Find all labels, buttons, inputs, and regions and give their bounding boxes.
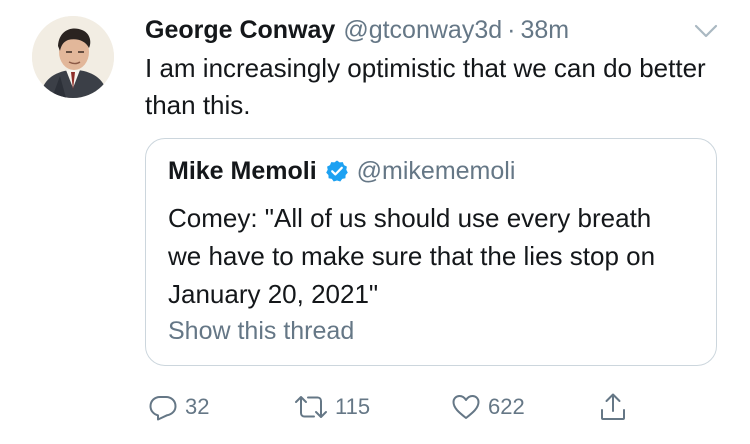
tweet-header: George Conway @gtconway3d · 38m xyxy=(145,12,569,48)
share-icon xyxy=(601,393,625,420)
retweet-button[interactable]: 115 xyxy=(293,389,370,425)
show-thread-link[interactable]: Show this thread xyxy=(168,317,354,346)
retweet-icon xyxy=(295,396,327,418)
quoted-tweet-header: Mike Memoli @mikememoli xyxy=(168,153,515,189)
verified-badge-icon xyxy=(325,159,349,183)
tweet-actions: 32 115 622 xyxy=(145,389,705,425)
like-count: 622 xyxy=(488,394,525,419)
avatar-portrait-icon xyxy=(32,16,114,98)
reply-count: 32 xyxy=(185,394,210,419)
retweet-count: 115 xyxy=(335,394,371,419)
author-handle[interactable]: @gtconway3d xyxy=(343,16,502,45)
timestamp[interactable]: 38m xyxy=(520,16,569,45)
chevron-down-icon[interactable] xyxy=(694,22,718,40)
separator-dot: · xyxy=(507,15,516,44)
tweet-card[interactable]: George Conway @gtconway3d · 38m I am inc… xyxy=(0,0,750,444)
quoted-author-handle: @mikememoli xyxy=(356,156,516,185)
tweet-text: I am increasingly optimistic that we can… xyxy=(145,53,706,120)
reply-button[interactable]: 32 xyxy=(147,389,209,425)
quoted-tweet[interactable]: Mike Memoli @mikememoli Comey: "All of u… xyxy=(145,138,717,366)
share-button[interactable] xyxy=(597,389,629,425)
reply-icon xyxy=(149,396,177,421)
like-button[interactable]: 622 xyxy=(450,389,525,425)
avatar[interactable] xyxy=(32,16,114,98)
author-name[interactable]: George Conway xyxy=(145,16,335,45)
heart-icon xyxy=(452,395,480,419)
quoted-author-name: Mike Memoli xyxy=(168,156,317,185)
quoted-tweet-text: Comey: "All of us should use every breat… xyxy=(168,203,656,309)
